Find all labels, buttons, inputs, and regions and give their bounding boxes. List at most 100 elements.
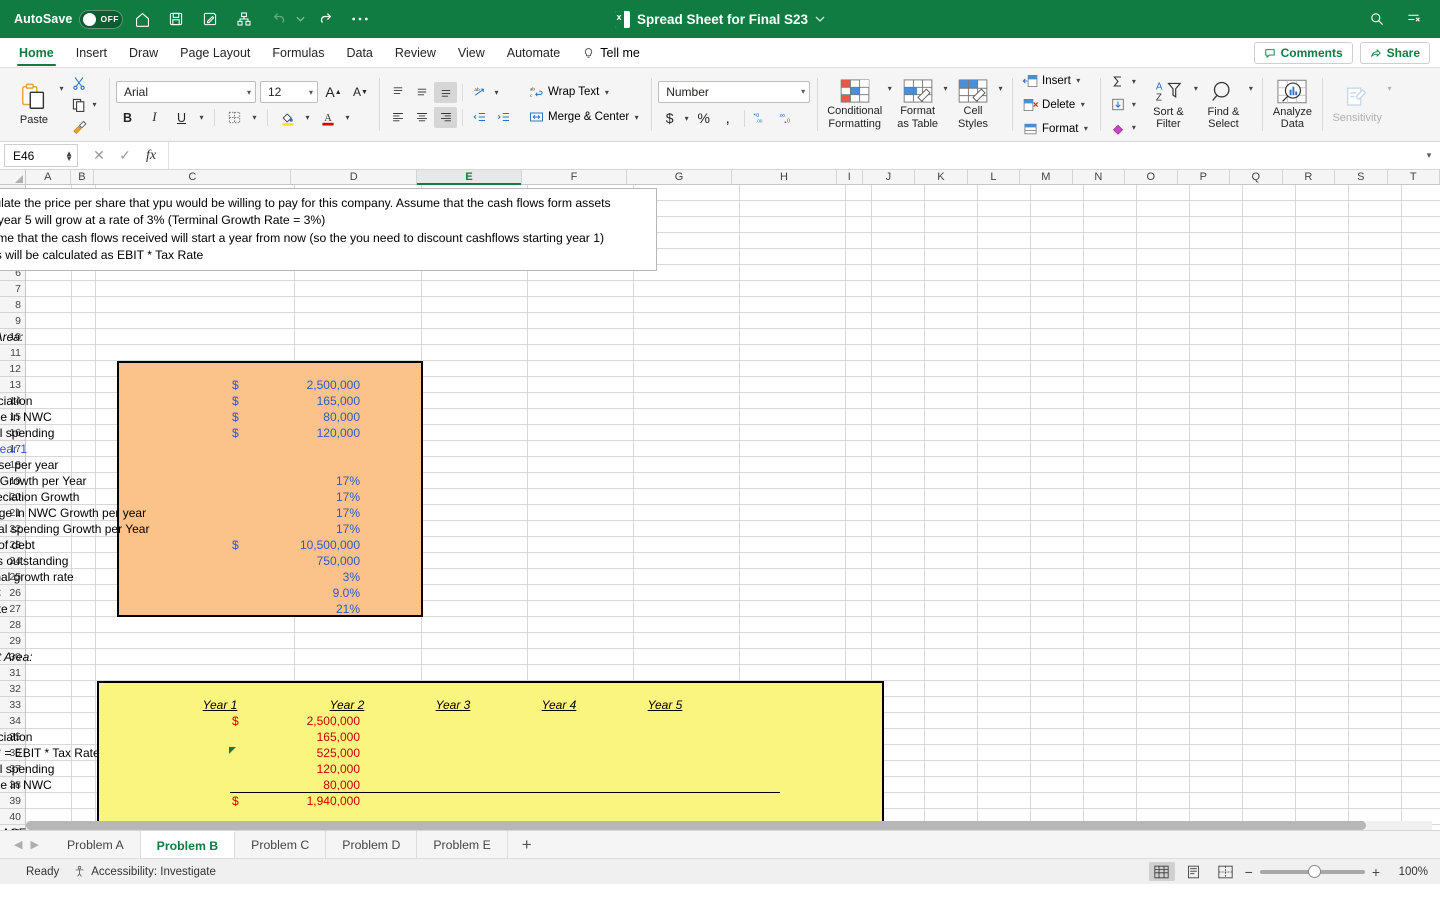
input-label-row-26[interactable]: WACC	[0, 585, 1, 601]
input-value-row-14[interactable]: 165,000	[236, 393, 360, 409]
bold-button[interactable]: B	[116, 107, 139, 128]
column-header-E[interactable]: E	[417, 170, 522, 184]
number-format-select[interactable]: Number ▾	[658, 81, 810, 103]
output-value-row-38[interactable]: 80,000	[236, 777, 360, 793]
cell-comment-indicator[interactable]	[229, 747, 236, 754]
column-header-N[interactable]: N	[1073, 170, 1125, 184]
sensitivity-chevron-down-icon[interactable]: ▾	[1385, 84, 1394, 93]
column-header-D[interactable]: D	[291, 170, 417, 184]
fill-color-button[interactable]	[276, 107, 299, 128]
column-header-C[interactable]: C	[94, 170, 291, 184]
autosum-chevron-down-icon[interactable]: ▾	[1129, 77, 1138, 86]
accessibility-button[interactable]: Accessibility: Investigate	[73, 865, 216, 878]
conditional-formatting-button[interactable]: Conditional Formatting	[824, 77, 885, 131]
sort-filter-chevron-down-icon[interactable]: ▾	[1191, 84, 1200, 93]
output-value-row-36[interactable]: 525,000	[236, 745, 360, 761]
borders-button[interactable]	[223, 107, 246, 128]
copy-chevron-down-icon[interactable]: ▾	[90, 100, 99, 109]
delete-cells-button[interactable]: Delete ▾	[1019, 94, 1093, 115]
tab-home[interactable]: Home	[8, 38, 65, 67]
row-header-31[interactable]: 31	[0, 665, 25, 681]
sheet-tab-problem-a[interactable]: Problem A	[51, 831, 141, 858]
row-header-32[interactable]: 32	[0, 681, 25, 697]
input-value-row-19[interactable]: 17%	[236, 473, 360, 489]
delete-chevron-down-icon[interactable]: ▾	[1078, 100, 1087, 109]
search-icon[interactable]	[1362, 4, 1392, 34]
fill-color-chevron-down-icon[interactable]: ▾	[303, 113, 312, 122]
align-right-button[interactable]	[434, 107, 457, 128]
input-label-row-17[interactable]: After year 1	[0, 441, 27, 457]
align-middle-button[interactable]	[410, 82, 433, 103]
format-painter-button[interactable]	[68, 116, 102, 137]
accounting-format-button[interactable]: $	[658, 108, 681, 129]
page-layout-view-icon[interactable]	[1181, 862, 1207, 881]
tell-me-button[interactable]: Tell me	[571, 38, 651, 67]
orientation-chevron-down-icon[interactable]: ▾	[492, 88, 501, 97]
formula-bar-expand-chevron-down-icon[interactable]: ▾	[1418, 142, 1440, 169]
decrease-decimal-button[interactable]: .00 0	[774, 108, 797, 129]
redo-icon[interactable]	[311, 4, 341, 34]
input-label-row-21[interactable]: Change in NWC Growth per year	[0, 505, 146, 521]
row-header-13[interactable]: 13	[0, 377, 25, 393]
sort-filter-button[interactable]: A Z Sort & Filter	[1145, 77, 1191, 132]
column-header-T[interactable]: T	[1388, 170, 1440, 184]
fill-button[interactable]: ▾	[1107, 94, 1141, 115]
column-header-L[interactable]: L	[968, 170, 1020, 184]
input-label-row-25[interactable]: Terminal growth rate	[0, 569, 74, 585]
increase-font-size-button[interactable]: A▲	[322, 82, 345, 103]
input-value-row-21[interactable]: 17%	[236, 505, 360, 521]
sensitivity-button[interactable]: Sensitivity	[1329, 83, 1385, 126]
horizontal-scrollbar-thumb[interactable]	[26, 821, 1366, 830]
font-color-chevron-down-icon[interactable]: ▾	[343, 113, 352, 122]
merge-center-chevron-down-icon[interactable]: ▾	[632, 113, 641, 122]
row-header-11[interactable]: 11	[0, 345, 25, 361]
copy-button[interactable]: ▾	[68, 94, 102, 115]
save-as-icon[interactable]	[195, 4, 225, 34]
autosave-toggle[interactable]: OFF	[79, 10, 123, 29]
row-header-9[interactable]: 9	[0, 313, 25, 329]
output-label-row-36[interactable]: Taxes* = EBIT * Tax Rate	[0, 745, 100, 761]
tab-view[interactable]: View	[447, 38, 496, 67]
grid-cells[interactable]: Calculate the price per share that ypu w…	[26, 185, 1440, 830]
column-header-P[interactable]: P	[1178, 170, 1230, 184]
insert-cells-button[interactable]: Insert ▾	[1019, 70, 1093, 91]
column-header-O[interactable]: O	[1125, 170, 1177, 184]
input-label-row-19[interactable]: EBIT Growth per Year	[0, 473, 87, 489]
merge-center-button[interactable]: Merge & Center ▾	[525, 107, 644, 128]
column-header-A[interactable]: A	[26, 170, 71, 184]
zoom-track[interactable]	[1260, 870, 1365, 874]
output-value-row-39[interactable]: 1,940,000	[236, 793, 360, 809]
format-cells-button[interactable]: Format ▾	[1019, 118, 1093, 139]
add-sheet-button[interactable]: +	[508, 831, 546, 858]
column-header-I[interactable]: I	[837, 170, 863, 184]
zoom-in-button[interactable]: +	[1372, 864, 1380, 880]
input-value-row-24[interactable]: 750,000	[236, 553, 360, 569]
input-value-row-13[interactable]: 2,500,000	[236, 377, 360, 393]
tab-insert[interactable]: Insert	[65, 38, 118, 67]
clear-chevron-down-icon[interactable]: ▾	[1129, 123, 1138, 132]
underline-button[interactable]: U	[170, 107, 193, 128]
italic-button[interactable]: I	[143, 107, 166, 128]
zoom-slider[interactable]: − +	[1245, 864, 1380, 880]
format-as-table-chevron-down-icon[interactable]: ▾	[941, 84, 950, 93]
more-commands-icon[interactable]	[345, 4, 375, 34]
wrap-text-chevron-down-icon[interactable]: ▾	[602, 88, 611, 97]
cut-button[interactable]	[68, 72, 102, 93]
save-icon[interactable]	[161, 4, 191, 34]
align-left-button[interactable]	[386, 107, 409, 128]
output-value-row-34[interactable]: 2,500,000	[236, 713, 360, 729]
conditional-formatting-chevron-down-icon[interactable]: ▾	[885, 84, 894, 93]
ribbon-display-options-icon[interactable]	[1398, 4, 1428, 34]
clear-button[interactable]: ▾	[1107, 117, 1141, 138]
sheet-next-icon[interactable]: ▶	[30, 838, 38, 851]
row-header-28[interactable]: 28	[0, 617, 25, 633]
zoom-out-button[interactable]: −	[1245, 864, 1253, 880]
font-family-select[interactable]: Arial ▾	[116, 81, 256, 103]
row-header-34[interactable]: 34	[0, 713, 25, 729]
output-value-row-35[interactable]: 165,000	[236, 729, 360, 745]
format-as-table-button[interactable]: Format as Table	[894, 77, 941, 131]
row-header-8[interactable]: 8	[0, 297, 25, 313]
input-label-row-20[interactable]: Depreciation Growth	[0, 489, 79, 505]
find-select-button[interactable]: Find & Select	[1200, 77, 1246, 132]
output-label-row-37[interactable]: Capital spending	[0, 761, 54, 777]
